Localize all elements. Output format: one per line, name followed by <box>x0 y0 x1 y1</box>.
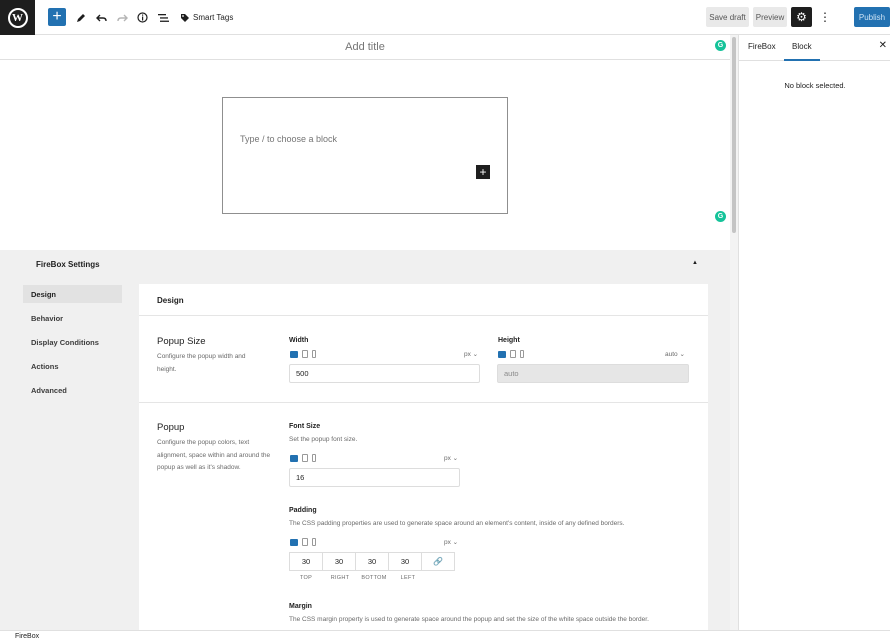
editor-scrollbar[interactable] <box>730 35 738 635</box>
padding-top-input[interactable]: 30 <box>289 552 323 571</box>
padding-left-input[interactable]: 30 <box>388 552 422 571</box>
popup-description: Configure the popup colors, text alignme… <box>157 439 271 471</box>
mobile-icon[interactable] <box>520 350 524 358</box>
list-view-icon[interactable] <box>156 8 170 27</box>
desktop-icon[interactable] <box>290 538 298 546</box>
padding-inputs: 30 30 30 30 🔗 <box>289 552 455 571</box>
width-input[interactable]: 500 <box>289 364 480 383</box>
desktop-icon[interactable] <box>498 350 506 358</box>
padding-help: The CSS padding properties are used to g… <box>289 520 625 527</box>
width-label: Width <box>289 337 309 344</box>
popup-title: Popup <box>157 422 185 433</box>
panel-header: Design <box>139 284 708 316</box>
firebox-settings-metabox: FireBox Settings ▲ Design Behavior Displ… <box>0 250 730 630</box>
padding-side-label: LEFT <box>400 575 416 581</box>
popup-size-title: Popup Size <box>157 336 206 347</box>
mobile-icon[interactable] <box>312 454 316 462</box>
nav-advanced[interactable]: Advanced <box>23 381 122 399</box>
width-device-switcher <box>290 350 316 358</box>
tag-icon <box>181 13 189 22</box>
height-unit-select[interactable]: auto ⌄ <box>665 350 685 358</box>
desktop-icon[interactable] <box>290 454 298 462</box>
tab-block[interactable]: Block <box>784 42 820 61</box>
desktop-icon[interactable] <box>290 350 298 358</box>
editor-toolbar: W + Smart Tags Save draft Preview ⚙ ⋮ Pu… <box>0 0 890 35</box>
height-label: Height <box>498 337 520 344</box>
preview-button[interactable]: Preview <box>753 7 787 27</box>
popup-size-description: Configure the popup width and height. <box>157 353 246 373</box>
padding-device-switcher <box>290 538 316 546</box>
pencil-icon[interactable] <box>74 8 88 27</box>
no-block-message: No block selected. <box>784 81 846 90</box>
padding-side-label: RIGHT <box>330 575 350 581</box>
grammarly-icon[interactable]: G <box>715 40 726 51</box>
section-divider <box>139 402 708 403</box>
post-title-input[interactable]: Add title <box>0 41 730 53</box>
height-input[interactable]: auto <box>497 364 689 383</box>
font-size-unit-select[interactable]: px ⌄ <box>444 454 458 462</box>
padding-label: Padding <box>289 507 317 514</box>
add-block-button[interactable]: + <box>48 8 66 26</box>
save-draft-button[interactable]: Save draft <box>706 7 749 27</box>
close-icon[interactable]: ✕ <box>879 40 887 51</box>
tablet-icon[interactable] <box>302 350 308 358</box>
collapse-toggle-icon[interactable]: ▲ <box>692 260 698 266</box>
design-panel: Design Popup Size Configure the popup wi… <box>139 284 708 630</box>
undo-icon[interactable] <box>94 8 108 27</box>
padding-side-labels: TOP RIGHT BOTTOM LEFT <box>289 575 425 581</box>
scrollbar-thumb[interactable] <box>732 37 736 233</box>
margin-label: Margin <box>289 603 312 610</box>
margin-help: The CSS margin property is used to gener… <box>289 616 649 623</box>
empty-block-appender[interactable]: Type / to choose a block + <box>222 97 508 214</box>
tablet-icon[interactable] <box>302 538 308 546</box>
settings-sidebar: FireBox Block ✕ No block selected. <box>738 35 890 635</box>
mobile-icon[interactable] <box>312 538 316 546</box>
nav-display-conditions[interactable]: Display Conditions <box>23 333 122 351</box>
font-size-label: Font Size <box>289 423 321 430</box>
redo-icon[interactable] <box>115 8 129 27</box>
mobile-icon[interactable] <box>312 350 316 358</box>
grammarly-icon[interactable]: G <box>715 211 726 222</box>
tab-firebox[interactable]: FireBox <box>748 42 776 51</box>
sidebar-tabs: FireBox Block ✕ <box>739 35 890 61</box>
breadcrumb[interactable]: FireBox <box>15 633 39 640</box>
info-icon[interactable] <box>135 8 149 27</box>
smart-tags-button[interactable]: Smart Tags <box>180 8 240 27</box>
padding-unit-select[interactable]: px ⌄ <box>444 538 458 546</box>
metabox-title: FireBox Settings <box>36 260 100 269</box>
nav-behavior[interactable]: Behavior <box>23 309 122 327</box>
publish-button[interactable]: Publish <box>854 7 890 27</box>
smart-tags-label: Smart Tags <box>193 13 234 22</box>
padding-right-input[interactable]: 30 <box>322 552 356 571</box>
padding-side-label: BOTTOM <box>361 575 387 581</box>
height-device-switcher <box>498 350 524 358</box>
title-row: Add title <box>0 35 730 60</box>
link-values-icon[interactable]: 🔗 <box>421 552 455 571</box>
breadcrumb-footer: FireBox <box>0 630 890 644</box>
tablet-icon[interactable] <box>510 350 516 358</box>
more-options-icon[interactable]: ⋮ <box>818 7 832 27</box>
width-unit-select[interactable]: px ⌄ <box>464 350 478 358</box>
font-size-input[interactable]: 16 <box>289 468 460 487</box>
settings-gear-icon[interactable]: ⚙ <box>791 7 812 27</box>
nav-design[interactable]: Design <box>23 285 122 303</box>
padding-bottom-input[interactable]: 30 <box>355 552 389 571</box>
panel-title: Design <box>157 296 184 305</box>
nav-actions[interactable]: Actions <box>23 357 122 375</box>
tablet-icon[interactable] <box>302 454 308 462</box>
font-size-help: Set the popup font size. <box>289 436 358 443</box>
font-size-device-switcher <box>290 454 316 462</box>
padding-side-label: TOP <box>299 575 313 581</box>
block-placeholder: Type / to choose a block <box>240 134 338 144</box>
editor-canvas: Add title G Type / to choose a block + G <box>0 35 730 250</box>
block-inserter-icon[interactable]: + <box>476 165 490 179</box>
wordpress-logo-icon[interactable]: W <box>0 0 35 35</box>
